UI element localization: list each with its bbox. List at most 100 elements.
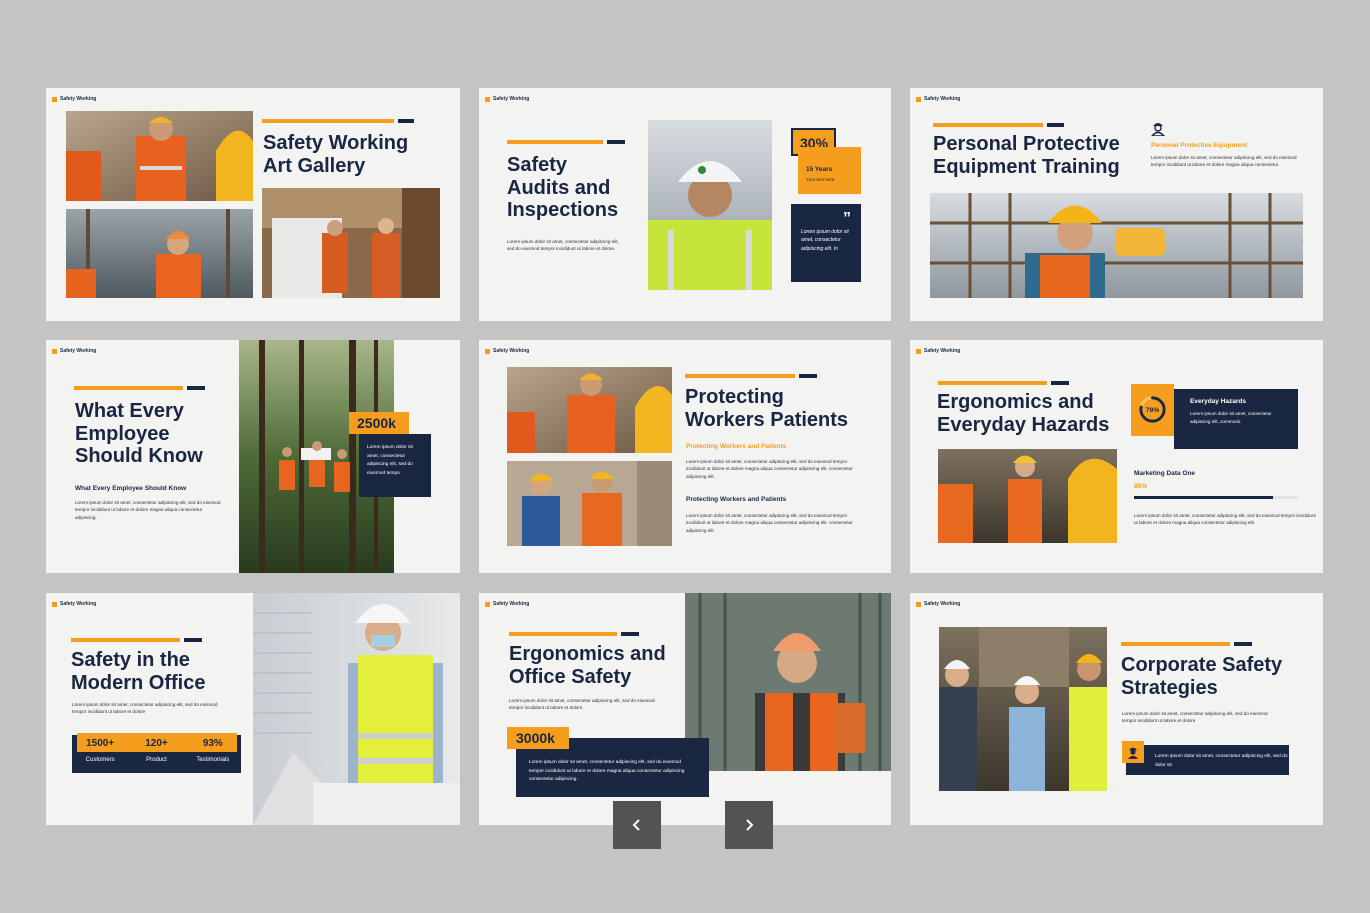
brand-label: Safety Working (485, 348, 529, 354)
prev-slide-button[interactable] (613, 801, 661, 849)
years-caption: Your text here (806, 177, 835, 182)
quote-icon: ” (843, 210, 851, 227)
percent-ring-card: 78% (1131, 384, 1174, 436)
metric-label: Marketing Data One (1134, 470, 1196, 477)
slide-protecting-workers[interactable]: Safety Working Protecting Workers Patient… (479, 340, 891, 573)
section-subtitle: Protecting Workers and Patients (686, 496, 787, 503)
slide-safety-audits[interactable]: Safety Working Safety Audits and Inspectio… (479, 88, 891, 321)
workers-discussion-photo (507, 367, 672, 453)
slide-title: Ergonomics and Everyday Hazards (937, 391, 1110, 436)
brand-text: Safety Working (924, 96, 961, 102)
office-worker-photo (253, 593, 460, 825)
inspector-photo (648, 120, 772, 290)
brand-label: Safety Working (52, 348, 96, 354)
brand-text: Safety Working (60, 96, 97, 102)
brand-label: Safety Working (916, 96, 960, 102)
slide-ergonomics-hazards[interactable]: Safety Working Ergonomics and Everyday Ha… (910, 340, 1323, 573)
worker-icon (1150, 120, 1166, 137)
brand-text: Safety Working (493, 348, 530, 354)
brand-square (916, 96, 921, 102)
brand-square (485, 348, 490, 354)
hazards-card-body: Lorem ipsum dolor sit amet, consectetur … (1190, 411, 1272, 424)
title-accent-bars (1121, 642, 1252, 646)
brand-label: Safety Working (485, 96, 529, 102)
corporate-team-photo (939, 627, 1107, 791)
brand-square (916, 601, 921, 607)
slide-title: Protecting Workers Patients (685, 386, 849, 431)
quote-card: ” Lorem ipsum dolor sit amet, consectetu… (791, 204, 861, 282)
workers-tablet-photo (507, 461, 672, 546)
body-text-1: Lorem ipsum dolor sit amet, consectetur … (686, 459, 853, 479)
body-text-2: Lorem ipsum dolor sit amet, consectetur … (686, 513, 853, 533)
stat-card: Lorem ipsum dolor sit amet, consectetur … (359, 434, 431, 497)
title-accent-bars (938, 381, 1069, 385)
brand-label: Safety Working (916, 348, 960, 354)
young-worker-photo (66, 209, 253, 298)
slide-title: Safety Working Art Gallery (263, 132, 409, 177)
brand-text: Safety Working (493, 96, 530, 102)
vehicle-workers-photo (262, 188, 440, 298)
brand-text: Safety Working (924, 348, 961, 354)
brand-square (916, 348, 921, 354)
slide-title: Safety Audits and Inspections (507, 154, 619, 222)
stat-customers: 1500+ Customers (85, 738, 115, 763)
slide-office-safety[interactable]: Safety Working Ergonomics and Office Safe… (479, 593, 891, 825)
ppe-subtitle: Personal Protective Equipment (1151, 142, 1248, 149)
title-accent-bars (933, 123, 1064, 127)
brand-square (485, 601, 490, 607)
years-label: 15 Years (806, 166, 833, 173)
body-text: Lorem ipsum dolor sit amet, consectetur … (1151, 155, 1297, 168)
metric-progress-fill (1134, 496, 1273, 499)
brand-label: Safety Working (52, 601, 96, 607)
slide-title: Safety in the Modern Office (71, 649, 206, 694)
chevron-right-icon (746, 819, 754, 831)
brand-square (485, 96, 490, 102)
body-text: Lorem ipsum dolor sit amet, consectetur … (75, 500, 221, 520)
young-worker-site-photo (685, 593, 891, 771)
stat-value: 3000k (507, 727, 569, 749)
body-text: Lorem ipsum dolor sit amet, consectetur … (507, 239, 619, 252)
brand-square (52, 601, 57, 607)
stat-testimonials: 93% Testimonials (196, 738, 230, 763)
ring-label: 78% (1146, 407, 1160, 414)
years-card: 15 Years Your text here (798, 147, 861, 194)
body-text: Lorem ipsum dolor sit amet, consectetur … (72, 702, 218, 715)
slide-subtitle: What Every Employee Should Know (75, 485, 187, 492)
title-accent-bars (685, 374, 817, 378)
brand-label: Safety Working (485, 601, 529, 607)
strategy-icon-badge (1122, 741, 1144, 763)
brand-label: Safety Working (916, 601, 960, 607)
slide-employee-knowledge[interactable]: Safety Working What Every Employee Should … (46, 340, 460, 573)
title-accent-bars (71, 638, 202, 642)
progress-ring: 78% (1139, 396, 1166, 423)
strategy-card: Lorem ipsum dolor sit amet, consectetur … (1126, 745, 1289, 775)
body-text: Lorem ipsum dolor sit amet, consectetur … (509, 698, 655, 711)
brand-square (52, 96, 57, 102)
body-text: Lorem ipsum dolor sit amet, consectetur … (1122, 711, 1268, 724)
slide-title: Personal Protective Equipment Training (933, 133, 1120, 178)
section-subtitle-orange: Protecting Workers and Patients (686, 443, 787, 450)
stat-product: 120+ Product (145, 738, 168, 763)
quote-text: Lorem ipsum dolor sit amet, consectetur … (801, 228, 849, 252)
metric-percent: 85% (1134, 483, 1148, 490)
slide-title: Corporate Safety Strategies (1121, 654, 1283, 699)
workers-handshake-photo (66, 111, 253, 201)
ppe-worker-photo (930, 193, 1303, 298)
slide-title: What Every Employee Should Know (75, 400, 203, 468)
title-accent-bars (74, 386, 205, 390)
slide-corporate-strategies[interactable]: Safety Working Corporate Safety Strategie… (910, 593, 1323, 825)
title-accent-bars (262, 119, 414, 123)
hazards-card-title: Everyday Hazards (1190, 398, 1247, 405)
next-slide-button[interactable] (725, 801, 773, 849)
metric-progress-track (1134, 496, 1297, 499)
body-text: Lorem ipsum dolor sit amet, consectetur … (1134, 513, 1316, 526)
brand-text: Safety Working (493, 601, 530, 607)
brand-text: Safety Working (924, 601, 961, 607)
title-accent-bars (509, 632, 639, 636)
slide-safety-gallery[interactable]: Safety Working Safety Working Art Gallery (46, 88, 460, 321)
slide-modern-office[interactable]: Safety Working Safety in the Modern Offic… (46, 593, 460, 825)
slide-ppe-training[interactable]: Safety Working Personal Protective Equipm… (910, 88, 1323, 321)
brand-label: Safety Working (52, 96, 96, 102)
worker-icon (1127, 747, 1139, 759)
slide-title: Ergonomics and Office Safety (509, 643, 666, 688)
